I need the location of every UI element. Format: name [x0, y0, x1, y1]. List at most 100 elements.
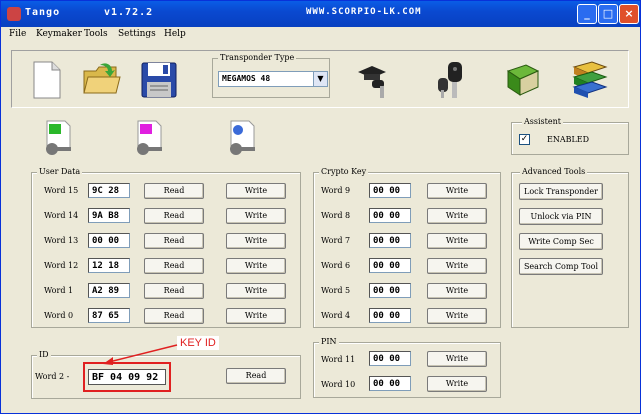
key-icon-blue[interactable]: [227, 119, 257, 162]
user-data-word-label: Word 14: [44, 211, 79, 220]
user-data-word-15-value[interactable]: 9C 28: [88, 183, 130, 198]
user-data-group: User Data Word 15 9C 28 Read Write Word …: [31, 167, 301, 328]
crypto-key-word-9-value[interactable]: 00 00: [369, 183, 411, 198]
user-data-word-0-value[interactable]: 87 65: [88, 308, 130, 323]
pin-word-10-value[interactable]: 00 00: [369, 376, 411, 391]
menu-file[interactable]: File: [9, 29, 26, 39]
toolbar: Transponder Type MEGAMOS 48 ▼: [11, 50, 629, 108]
pin-title: PIN: [319, 337, 339, 346]
user-data-word-label: Word 13: [44, 236, 79, 245]
user-data-word-14-value[interactable]: 9A B8: [88, 208, 130, 223]
read-word-15-button[interactable]: Read: [144, 183, 204, 199]
menu-settings[interactable]: Settings: [118, 29, 156, 39]
write-word-15-button[interactable]: Write: [226, 183, 286, 199]
assistant-title: Assistent: [522, 117, 563, 126]
transponder-type-label: Transponder Type: [218, 53, 297, 62]
crypto-key-word-7-value[interactable]: 00 00: [369, 233, 411, 248]
id-word-label: Word 2 -: [35, 372, 70, 381]
crypto-key-word-label: Word 7: [321, 236, 351, 245]
key-icon-magenta[interactable]: [134, 119, 164, 162]
maximize-icon[interactable]: □: [598, 4, 618, 24]
menu-keymaker[interactable]: Keymaker: [36, 29, 82, 39]
app-name: Tango: [25, 7, 61, 18]
write-word-14-button[interactable]: Write: [226, 208, 286, 224]
crypto-key-word-5-value[interactable]: 00 00: [369, 283, 411, 298]
write-word-13-button[interactable]: Write: [226, 233, 286, 249]
write-crypto-word-5-button[interactable]: Write: [427, 283, 487, 299]
crypto-key-word-8-value[interactable]: 00 00: [369, 208, 411, 223]
app-version: v1.72.2: [104, 7, 154, 18]
user-data-word-label: Word 1: [44, 286, 74, 295]
new-file-icon[interactable]: [32, 60, 62, 103]
crypto-key-word-label: Word 5: [321, 286, 351, 295]
green-book-icon[interactable]: [504, 61, 542, 102]
write-crypto-word-8-button[interactable]: Write: [427, 208, 487, 224]
read-id-button[interactable]: Read: [226, 368, 286, 384]
close-icon[interactable]: ×: [619, 4, 639, 24]
read-word-1-button[interactable]: Read: [144, 283, 204, 299]
pin-word-label: Word 11: [321, 355, 356, 364]
menu-tools[interactable]: Tools: [84, 29, 108, 39]
crypto-key-title: Crypto Key: [319, 167, 369, 176]
write-crypto-word-7-button[interactable]: Write: [427, 233, 487, 249]
pin-word-11-value[interactable]: 00 00: [369, 351, 411, 366]
menu-bar: File Keymaker Tools Settings Help: [1, 27, 640, 43]
id-word-2-value[interactable]: BF 04 09 92: [88, 369, 166, 385]
write-word-12-button[interactable]: Write: [226, 258, 286, 274]
pin-group: PIN Word 11 00 00 Write Word 10 00 00 Wr…: [313, 337, 501, 398]
minimize-icon[interactable]: _: [577, 4, 597, 24]
crypto-key-word-label: Word 4: [321, 311, 351, 320]
transponder-type-select[interactable]: MEGAMOS 48 ▼: [218, 71, 328, 87]
assistant-checkbox-label: ENABLED: [547, 135, 590, 144]
read-word-0-button[interactable]: Read: [144, 308, 204, 324]
user-data-title: User Data: [37, 167, 83, 176]
application-window: Tango v1.72.2 WWW.SCORPIO-LK.COM _ □ × F…: [0, 0, 641, 414]
app-icon: [7, 7, 21, 21]
assistant-checkbox[interactable]: ✓: [519, 134, 530, 145]
chevron-down-icon[interactable]: ▼: [313, 72, 327, 86]
keymaker-graduate-icon[interactable]: [354, 60, 394, 103]
unlock-via-pin-button[interactable]: Unlock via PIN: [519, 208, 603, 225]
crypto-key-word-label: Word 8: [321, 211, 351, 220]
user-data-word-label: Word 15: [44, 186, 79, 195]
write-word-1-button[interactable]: Write: [226, 283, 286, 299]
open-folder-icon[interactable]: [82, 61, 122, 100]
read-word-14-button[interactable]: Read: [144, 208, 204, 224]
crypto-key-word-label: Word 9: [321, 186, 351, 195]
search-comp-tool-button[interactable]: Search Comp Tool: [519, 258, 603, 275]
transponder-type-group: Transponder Type MEGAMOS 48 ▼: [212, 53, 330, 98]
crypto-key-word-6-value[interactable]: 00 00: [369, 258, 411, 273]
write-crypto-word-9-button[interactable]: Write: [427, 183, 487, 199]
user-data-word-1-value[interactable]: A2 89: [88, 283, 130, 298]
lock-transponder-button[interactable]: Lock Transponder: [519, 183, 603, 200]
crypto-key-word-label: Word 6: [321, 261, 351, 270]
write-crypto-word-4-button[interactable]: Write: [427, 308, 487, 324]
user-data-word-12-value[interactable]: 12 18: [88, 258, 130, 273]
title-bar[interactable]: Tango v1.72.2 WWW.SCORPIO-LK.COM _ □ ×: [1, 1, 640, 27]
write-pin-word-10-button[interactable]: Write: [427, 376, 487, 392]
write-word-0-button[interactable]: Write: [226, 308, 286, 324]
crypto-key-group: Crypto Key Word 9 00 00 Write Word 8 00 …: [313, 167, 501, 328]
user-data-word-label: Word 0: [44, 311, 74, 320]
read-word-12-button[interactable]: Read: [144, 258, 204, 274]
transponder-type-value: MEGAMOS 48: [222, 74, 271, 83]
advanced-tools-title: Advanced Tools: [520, 167, 588, 176]
advanced-tools-group: Advanced Tools Lock Transponder Unlock v…: [511, 167, 629, 328]
crypto-key-word-4-value[interactable]: 00 00: [369, 308, 411, 323]
user-data-word-label: Word 12: [44, 261, 79, 270]
key-icon-green[interactable]: [43, 119, 73, 162]
pin-word-label: Word 10: [321, 380, 356, 389]
user-data-word-13-value[interactable]: 00 00: [88, 233, 130, 248]
read-word-13-button[interactable]: Read: [144, 233, 204, 249]
app-url: WWW.SCORPIO-LK.COM: [306, 7, 422, 17]
menu-help[interactable]: Help: [164, 29, 186, 39]
write-pin-word-11-button[interactable]: Write: [427, 351, 487, 367]
id-group-title: ID: [37, 350, 51, 359]
write-comp-sec-button[interactable]: Write Comp Sec: [519, 233, 603, 250]
save-disk-icon[interactable]: [140, 61, 178, 102]
books-stack-icon[interactable]: [570, 59, 610, 102]
write-crypto-word-6-button[interactable]: Write: [427, 258, 487, 274]
key-remote-icon[interactable]: [432, 60, 472, 103]
key-id-annotation: KEY ID: [177, 336, 219, 350]
assistant-group: Assistent ✓ ENABLED: [511, 117, 629, 155]
